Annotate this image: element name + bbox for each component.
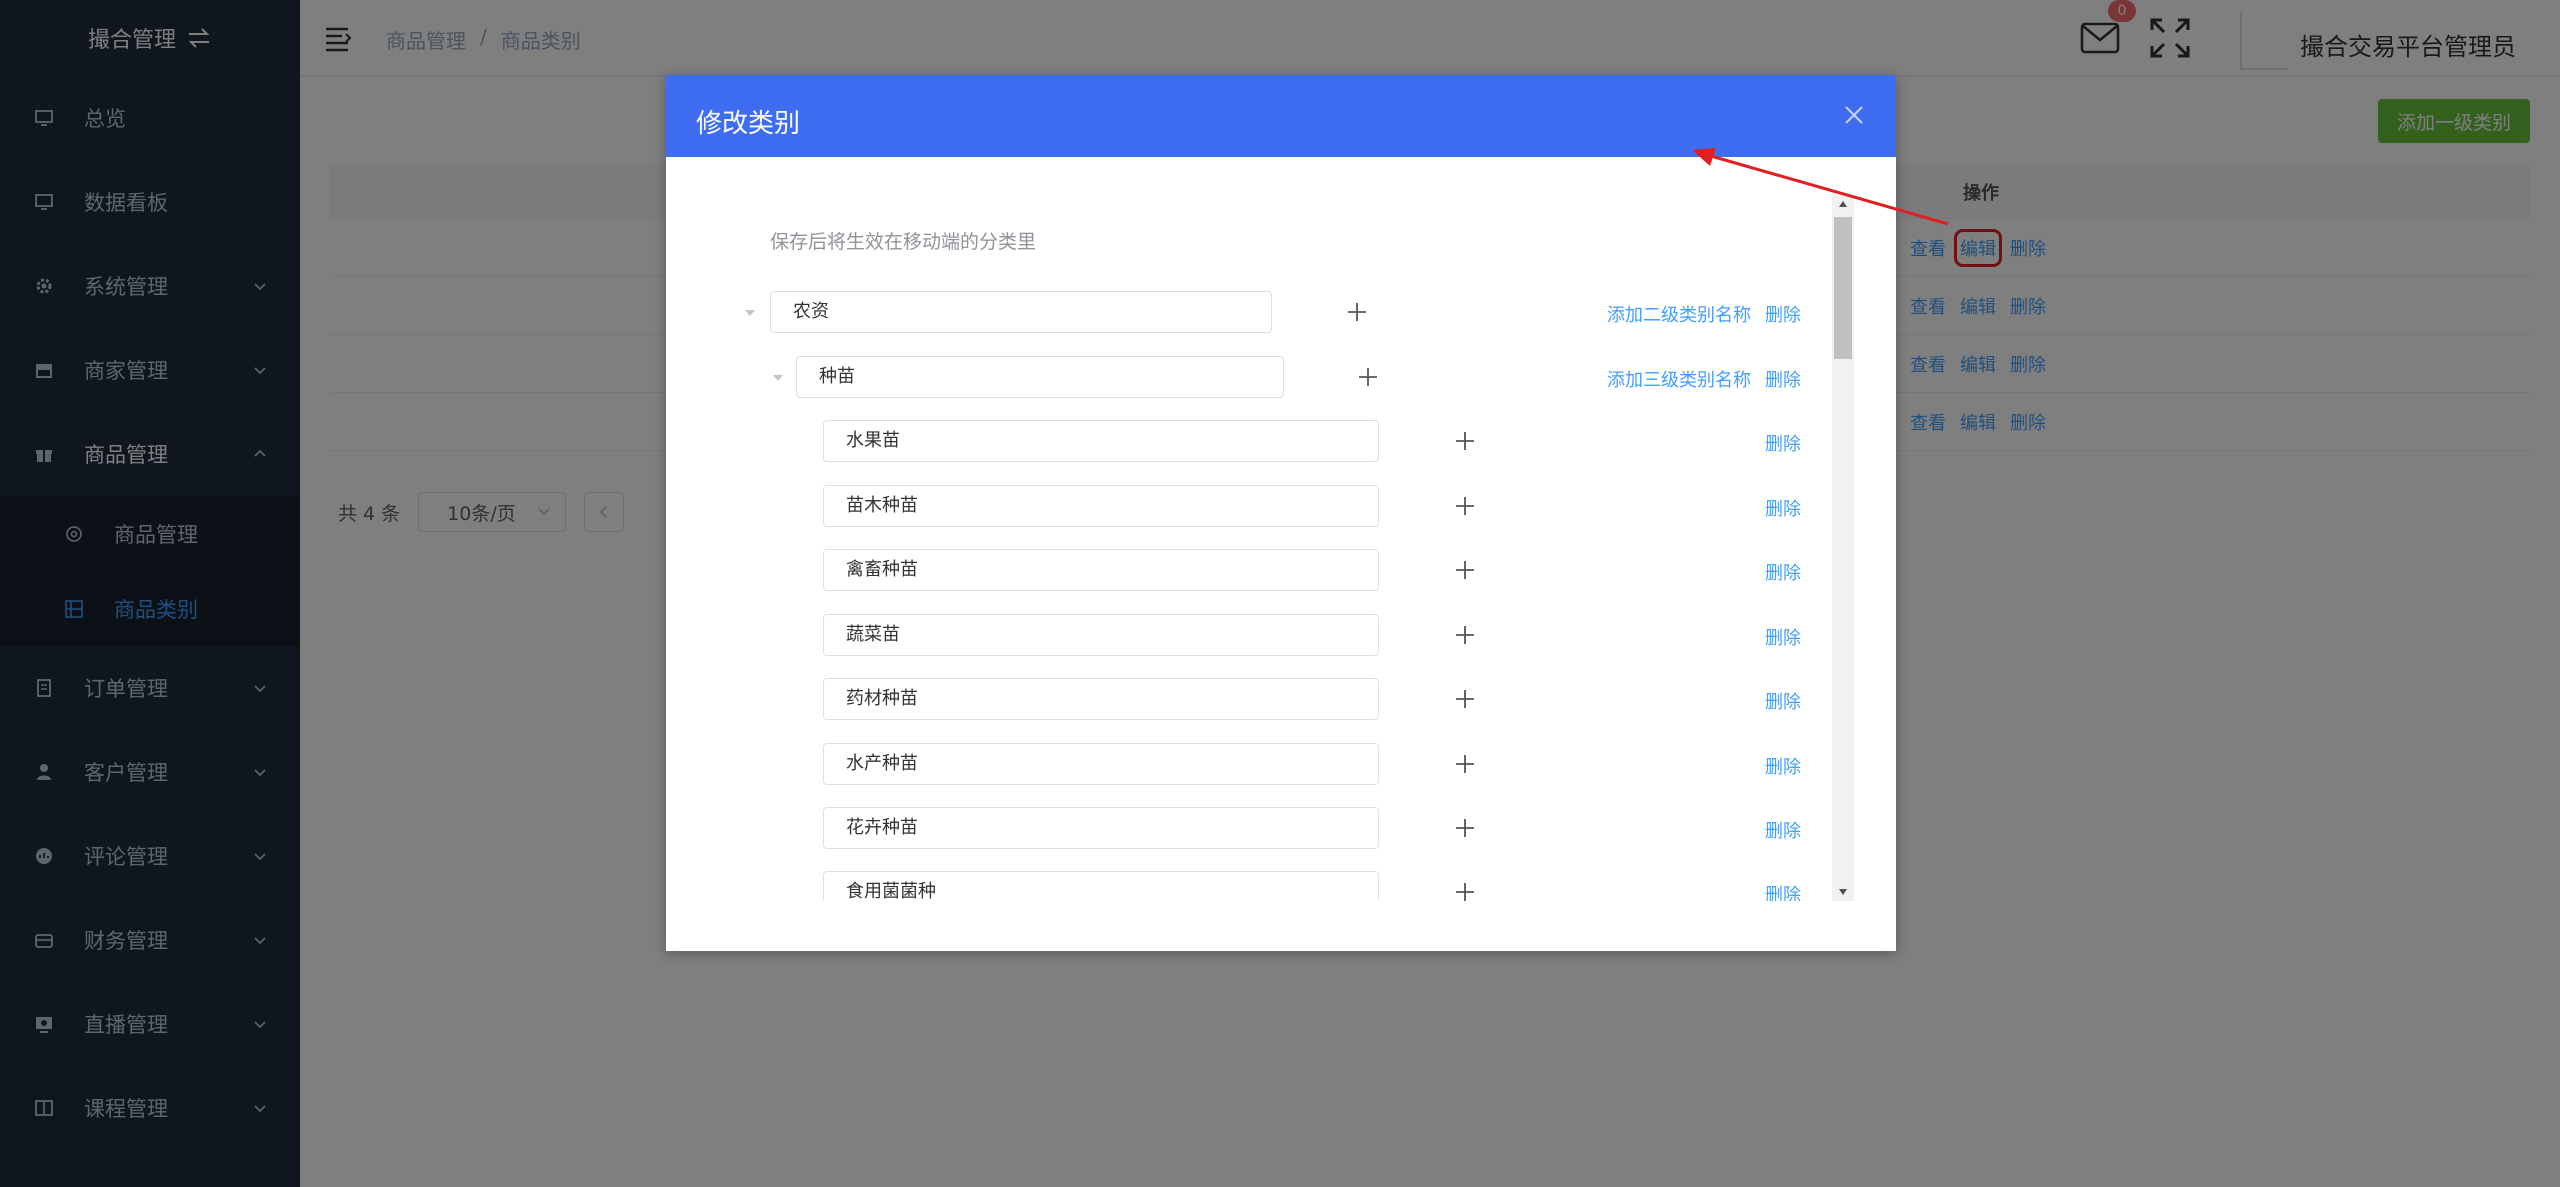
- tree-row-level3: 水果苗 删除: [666, 420, 1826, 462]
- plus-icon[interactable]: [1357, 366, 1379, 388]
- category-name-input[interactable]: 禽畜种苗: [823, 549, 1379, 591]
- close-icon[interactable]: [1842, 103, 1866, 127]
- category-name-input[interactable]: 蔬菜苗: [823, 614, 1379, 656]
- plus-icon[interactable]: [1346, 301, 1368, 323]
- category-name-input[interactable]: 农资: [770, 291, 1272, 333]
- delete-link[interactable]: 删除: [1765, 495, 1801, 521]
- tree-row-level3: 禽畜种苗 删除: [666, 549, 1826, 591]
- plus-icon[interactable]: [1454, 817, 1476, 839]
- collapse-triangle-icon[interactable]: [770, 373, 786, 383]
- tree-row-level3: 水产种苗 删除: [666, 743, 1826, 785]
- delete-link[interactable]: 删除: [1765, 430, 1801, 456]
- dialog-hint: 保存后将生效在移动端的分类里: [770, 231, 1037, 253]
- collapse-triangle-icon[interactable]: [742, 308, 758, 318]
- category-name-input[interactable]: 药材种苗: [823, 678, 1379, 720]
- delete-link[interactable]: 删除: [1765, 881, 1801, 901]
- tree-row-level1: 农资 添加二级类别名称 删除: [666, 291, 1826, 333]
- category-name-input[interactable]: 水产种苗: [823, 743, 1379, 785]
- tree-row-level3: 苗木种苗 删除: [666, 485, 1826, 527]
- add-level3-category-link[interactable]: 添加三级类别名称: [1607, 366, 1751, 392]
- delete-link[interactable]: 删除: [1765, 559, 1801, 585]
- plus-icon[interactable]: [1454, 559, 1476, 581]
- add-level2-category-link[interactable]: 添加二级类别名称: [1607, 301, 1751, 327]
- annotation-arrow: [1692, 148, 1949, 226]
- tree-row-level3: 花卉种苗 删除: [666, 807, 1826, 849]
- plus-icon[interactable]: [1454, 430, 1476, 452]
- tree-row-level3: 蔬菜苗 删除: [666, 614, 1826, 656]
- tree-row-level3: 药材种苗 删除: [666, 678, 1826, 720]
- delete-link[interactable]: 删除: [1765, 366, 1801, 392]
- category-name-input[interactable]: 水果苗: [823, 420, 1379, 462]
- category-name-input[interactable]: 苗木种苗: [823, 485, 1379, 527]
- scroll-down-arrow-icon[interactable]: [1837, 887, 1849, 897]
- category-name-input[interactable]: 食用菌菌种: [823, 871, 1379, 901]
- plus-icon[interactable]: [1454, 688, 1476, 710]
- delete-link[interactable]: 删除: [1765, 624, 1801, 650]
- dialog-title: 修改类别: [696, 109, 801, 139]
- plus-icon[interactable]: [1454, 624, 1476, 646]
- category-name-input[interactable]: 花卉种苗: [823, 807, 1379, 849]
- category-name-input[interactable]: 种苗: [796, 356, 1284, 398]
- plus-icon[interactable]: [1454, 881, 1476, 901]
- delete-link[interactable]: 删除: [1765, 688, 1801, 714]
- plus-icon[interactable]: [1454, 495, 1476, 517]
- tree-row-level2: 种苗 添加三级类别名称 删除: [666, 356, 1826, 398]
- delete-link[interactable]: 删除: [1765, 817, 1801, 843]
- plus-icon[interactable]: [1454, 753, 1476, 775]
- delete-link[interactable]: 删除: [1765, 301, 1801, 327]
- delete-link[interactable]: 删除: [1765, 753, 1801, 779]
- tree-row-level3: 食用菌菌种 删除: [666, 871, 1826, 901]
